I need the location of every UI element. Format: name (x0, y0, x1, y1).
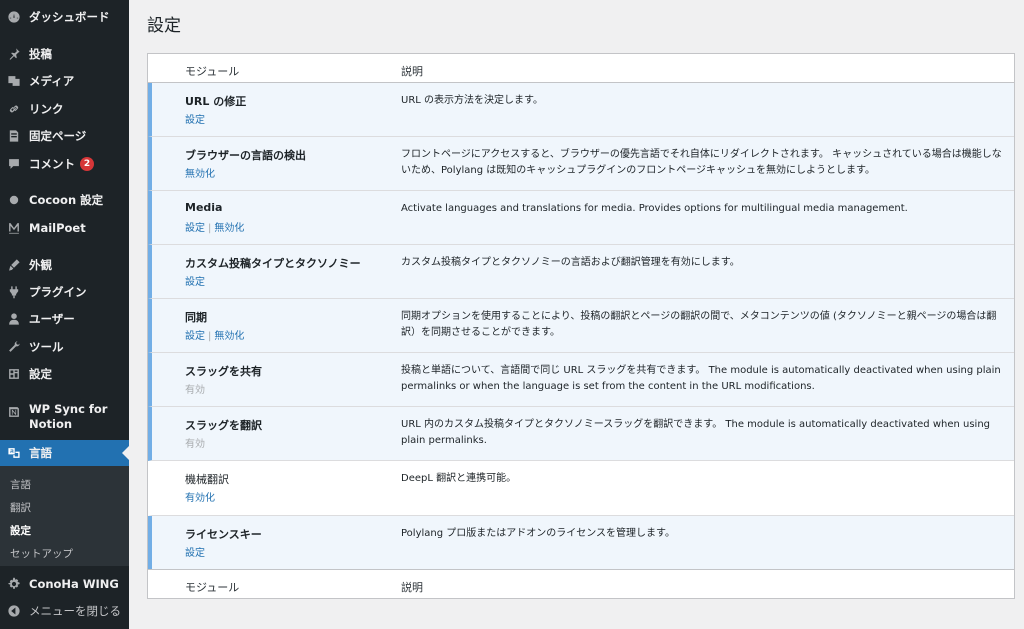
gear-icon (7, 577, 21, 591)
table-header: モジュール 説明 (148, 54, 1014, 83)
circle-icon (7, 193, 21, 207)
module-name: ライセンスキー (185, 528, 262, 541)
settings-link[interactable]: 設定 (185, 331, 205, 342)
active-status: 有効 (185, 439, 205, 450)
languages-submenu: 言語 翻訳 設定 セットアップ (0, 466, 129, 566)
menu-item-appearance[interactable]: 外観 (0, 254, 129, 276)
module-row-url-modifications: URL の修正 設定 URL の表示方法を決定します。 (148, 83, 1014, 137)
module-name: スラッグを共有 (185, 365, 262, 378)
comment-icon (7, 157, 21, 171)
deactivate-link[interactable]: 無効化 (214, 331, 244, 342)
module-description: URL の表示方法を決定します。 (401, 95, 544, 106)
module-row-license-keys: ライセンスキー 設定 Polylang プロ版またはアドオンのライセンスを管理し… (148, 516, 1014, 570)
action-separator: | (208, 331, 212, 342)
module-actions: 設定 (185, 544, 205, 559)
translate-icon (7, 446, 21, 460)
module-name: 機械翻訳 (185, 473, 229, 486)
deactivate-link[interactable]: 無効化 (185, 169, 215, 180)
mailpoet-icon (7, 221, 21, 235)
active-status: 有効 (185, 385, 205, 396)
module-actions: 有効化 (185, 489, 215, 504)
modules-table: モジュール 説明 URL の修正 設定 URL の表示方法を決定します。 ブラウ… (147, 53, 1015, 599)
module-description: Polylang プロ版またはアドオンのライセンスを管理します。 (401, 528, 676, 539)
module-description: 同期オプションを使用することにより、投稿の翻訳とページの翻訳の間で、メタコンテン… (401, 311, 997, 338)
submenu-item-translations[interactable]: 翻訳 (10, 500, 31, 515)
menu-item-users[interactable]: ユーザー (0, 308, 129, 330)
activate-link[interactable]: 有効化 (185, 493, 215, 504)
module-description: 投稿と単語について、言語間で同じ URL スラッグを共有できます。 The mo… (401, 365, 1001, 392)
dashboard-icon (7, 10, 21, 24)
module-actions: 有効 (185, 435, 205, 450)
column-footer-description: 説明 (401, 581, 423, 594)
module-description: URL 内のカスタム投稿タイプとタクソノミースラッグを翻訳できます。 The m… (401, 419, 991, 446)
submenu-item-settings[interactable]: 設定 (10, 523, 31, 538)
menu-item-pages[interactable]: 固定ページ (0, 125, 129, 147)
settings-link[interactable]: 設定 (185, 277, 205, 288)
module-actions: 無効化 (185, 165, 215, 180)
module-row-browser-detection: ブラウザーの言語の検出 無効化 フロントページにアクセスすると、ブラウザーの優先… (148, 137, 1014, 191)
settings-link[interactable]: 設定 (185, 115, 205, 126)
menu-item-cocoon[interactable]: Cocoon 設定 (0, 189, 129, 211)
menu-item-tools[interactable]: ツール (0, 336, 129, 358)
menu-item-mailpoet[interactable]: MailPoet (0, 217, 129, 239)
submenu-item-setup[interactable]: セットアップ (10, 546, 73, 561)
page-icon (7, 129, 21, 143)
column-header-description: 説明 (401, 65, 423, 78)
collapse-icon (7, 604, 21, 618)
menu-item-media[interactable]: メディア (0, 70, 129, 92)
column-header-module: モジュール (185, 65, 240, 78)
module-name: 同期 (185, 311, 207, 324)
module-description: Activate languages and translations for … (401, 203, 908, 214)
page-title: 設定 (147, 16, 181, 36)
module-name: ブラウザーの言語の検出 (185, 149, 306, 162)
settings-link[interactable]: 設定 (185, 548, 205, 559)
menu-item-plugins[interactable]: プラグイン (0, 281, 129, 303)
menu-item-dashboard[interactable]: ダッシュボード (0, 6, 129, 28)
module-row-machine-translation: 機械翻訳 有効化 DeepL 翻訳と連携可能。 (148, 461, 1014, 516)
column-footer-module: モジュール (185, 581, 240, 594)
deactivate-link[interactable]: 無効化 (214, 223, 244, 234)
module-row-share-slugs: スラッグを共有 有効 投稿と単語について、言語間で同じ URL スラッグを共有で… (148, 353, 1014, 407)
module-name: Media (185, 201, 223, 214)
menu-item-comments[interactable]: コメント 2 (0, 153, 129, 175)
module-description: フロントページにアクセスすると、ブラウザーの優先言語でそれ自体にリダイレクトされ… (401, 149, 1002, 176)
module-name: スラッグを翻訳 (185, 419, 262, 432)
menu-item-posts[interactable]: 投稿 (0, 43, 129, 65)
menu-item-settings[interactable]: 設定 (0, 363, 129, 385)
module-actions: 設定 (185, 111, 205, 126)
action-separator: | (208, 223, 212, 234)
user-icon (7, 312, 21, 326)
pin-icon (7, 47, 21, 61)
module-name: カスタム投稿タイプとタクソノミー (185, 257, 361, 270)
module-actions: 設定 (185, 273, 205, 288)
module-actions: 設定 | 無効化 (185, 327, 244, 342)
module-row-cpt-taxonomies: カスタム投稿タイプとタクソノミー 設定 カスタム投稿タイプとタクソノミーの言語お… (148, 245, 1014, 299)
settings-icon (7, 367, 21, 381)
admin-sidebar: ダッシュボード 投稿 メディア リンク 固定ページ コメント 2 Cocoon … (0, 0, 129, 629)
brush-icon (7, 258, 21, 272)
menu-item-wp-sync-notion[interactable]: WP Sync for Notion (0, 402, 129, 434)
module-description: カスタム投稿タイプとタクソノミーの言語および翻訳管理を有効にします。 (401, 257, 740, 268)
media-icon (7, 74, 21, 88)
module-row-synchronization: 同期 設定 | 無効化 同期オプションを使用することにより、投稿の翻訳とページの翻訳… (148, 299, 1014, 353)
collapse-menu-button[interactable]: メニューを閉じる (0, 600, 129, 622)
module-description: DeepL 翻訳と連携可能。 (401, 473, 517, 484)
wrench-icon (7, 340, 21, 354)
comment-count-badge: 2 (80, 157, 94, 171)
settings-link[interactable]: 設定 (185, 223, 205, 234)
table-footer: モジュール 説明 (148, 569, 1014, 598)
submenu-item-languages[interactable]: 言語 (10, 477, 31, 492)
menu-item-languages[interactable]: 言語 (0, 440, 129, 466)
module-row-translate-slugs: スラッグを翻訳 有効 URL 内のカスタム投稿タイプとタクソノミースラッグを翻訳… (148, 407, 1014, 461)
module-name: URL の修正 (185, 95, 247, 108)
link-icon (7, 102, 21, 116)
menu-item-links[interactable]: リンク (0, 98, 129, 120)
notion-icon (7, 405, 21, 419)
plugin-icon (7, 285, 21, 299)
menu-item-conoha-wing[interactable]: ConoHa WING (0, 573, 129, 595)
module-actions: 設定 | 無効化 (185, 219, 244, 234)
module-row-media: Media 設定 | 無効化 Activate languages and tran… (148, 191, 1014, 245)
module-actions: 有効 (185, 381, 205, 396)
